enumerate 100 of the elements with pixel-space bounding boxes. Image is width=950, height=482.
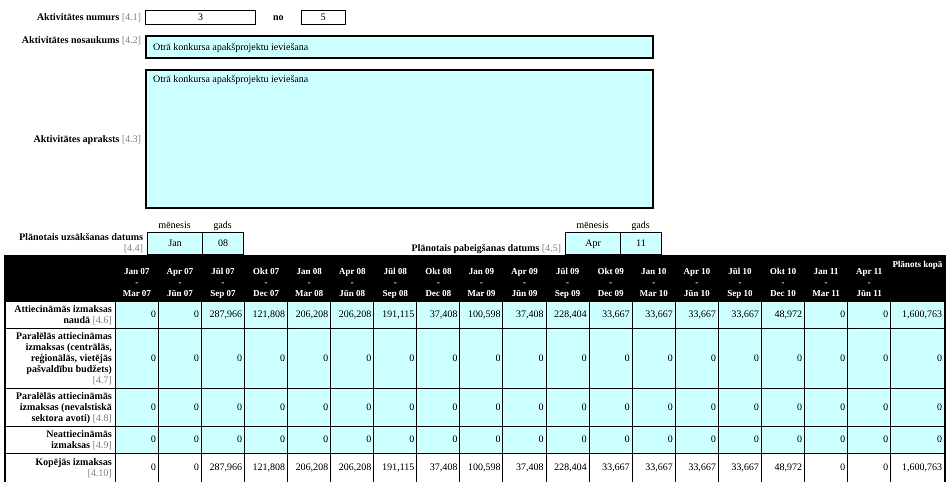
input-cell[interactable]: 33,667 bbox=[589, 301, 632, 328]
input-cell[interactable]: 0 bbox=[675, 328, 718, 388]
month-field[interactable]: Apr bbox=[565, 232, 621, 255]
column-header: Jūl 08 - Sep 08 bbox=[382, 266, 408, 298]
input-cell[interactable]: 0 bbox=[288, 426, 331, 453]
input-cell[interactable]: 0 bbox=[374, 328, 417, 388]
input-cell[interactable]: 0 bbox=[848, 301, 891, 328]
input-cell[interactable]: 0 bbox=[460, 388, 503, 426]
input-cell[interactable]: 0 bbox=[502, 328, 546, 388]
column-header: Jūl 10 - Sep 10 bbox=[727, 266, 752, 298]
input-cell[interactable]: 0 bbox=[201, 426, 244, 453]
input-cell[interactable]: 0 bbox=[718, 328, 762, 388]
input-cell[interactable]: 0 bbox=[804, 301, 848, 328]
input-cell[interactable]: 0 bbox=[374, 388, 417, 426]
table-cell: 48,972 bbox=[761, 453, 804, 482]
input-cell[interactable]: 0 bbox=[288, 388, 331, 426]
input-cell[interactable]: 33,667 bbox=[718, 301, 762, 328]
input-cell[interactable]: 0 bbox=[158, 301, 202, 328]
input-cell[interactable]: 0 bbox=[416, 426, 460, 453]
number-field[interactable]: 5 bbox=[300, 10, 346, 25]
table-cell: 121,808 bbox=[244, 453, 288, 482]
input-cell[interactable]: 0 bbox=[460, 328, 503, 388]
input-cell[interactable]: 0 bbox=[330, 426, 374, 453]
input-cell[interactable]: 0 bbox=[804, 328, 848, 388]
year-field[interactable]: 11 bbox=[621, 232, 662, 255]
input-cell[interactable]: 0 bbox=[460, 426, 503, 453]
input-cell[interactable]: 0 bbox=[589, 426, 632, 453]
input-cell[interactable]: 0 bbox=[546, 426, 590, 453]
input-cell[interactable]: 0 bbox=[546, 328, 590, 388]
input-cell[interactable]: 0 bbox=[158, 388, 202, 426]
input-cell[interactable]: 0 bbox=[848, 388, 891, 426]
input-cell[interactable]: 0 bbox=[632, 388, 676, 426]
column-header: Jan 11 - Mar 11 bbox=[812, 266, 840, 298]
column-header: Okt 07 - Dec 07 bbox=[252, 266, 280, 298]
input-cell[interactable]: 0 bbox=[288, 328, 331, 388]
column-header: Jūl 07 - Sep 07 bbox=[210, 266, 236, 298]
input-cell[interactable]: 0 bbox=[890, 388, 945, 426]
input-cell[interactable]: 191,115 bbox=[374, 301, 417, 328]
input-cell[interactable]: 0 bbox=[244, 328, 288, 388]
table-cell: 37,408 bbox=[502, 453, 546, 482]
column-header: Jan 08 - Mar 08 bbox=[295, 266, 324, 298]
input-cell[interactable]: 0 bbox=[244, 426, 288, 453]
input-cell[interactable]: 0 bbox=[589, 328, 632, 388]
input-cell[interactable]: 0 bbox=[502, 426, 546, 453]
input-cell[interactable]: 0 bbox=[804, 388, 848, 426]
input-cell[interactable]: 287,966 bbox=[201, 301, 244, 328]
input-cell[interactable]: 0 bbox=[761, 388, 804, 426]
input-cell[interactable]: 0 bbox=[201, 388, 244, 426]
input-cell[interactable]: 0 bbox=[158, 328, 202, 388]
column-header: Plānots kopā bbox=[892, 259, 942, 269]
column-header: Apr 08 - Jūn 08 bbox=[338, 266, 366, 298]
input-cell[interactable]: 0 bbox=[718, 426, 762, 453]
input-cell[interactable]: 37,408 bbox=[416, 301, 460, 328]
text-field[interactable]: Otrā konkursa apakšprojektu ieviešana bbox=[145, 35, 654, 59]
input-cell[interactable]: 0 bbox=[158, 426, 202, 453]
input-cell[interactable]: 0 bbox=[761, 328, 804, 388]
input-cell[interactable]: 121,808 bbox=[244, 301, 288, 328]
input-cell[interactable]: 0 bbox=[416, 328, 460, 388]
input-cell[interactable]: 0 bbox=[848, 426, 891, 453]
input-cell[interactable]: 0 bbox=[761, 426, 804, 453]
year-field[interactable]: 08 bbox=[203, 232, 244, 255]
input-cell[interactable]: 0 bbox=[115, 426, 158, 453]
input-cell[interactable]: 48,972 bbox=[761, 301, 804, 328]
input-cell[interactable]: 0 bbox=[848, 328, 891, 388]
text-area[interactable]: Otrā konkursa apakšprojektu ieviešana bbox=[145, 69, 654, 209]
input-cell[interactable]: 206,208 bbox=[330, 301, 374, 328]
field-label: Aktivitātes apraksts bbox=[33, 134, 120, 144]
input-cell[interactable]: 0 bbox=[890, 426, 945, 453]
input-cell[interactable]: 0 bbox=[502, 388, 546, 426]
input-cell[interactable]: 0 bbox=[416, 388, 460, 426]
number-field[interactable]: 3 bbox=[145, 10, 256, 25]
input-cell[interactable]: 0 bbox=[330, 328, 374, 388]
input-cell[interactable]: 33,667 bbox=[632, 301, 676, 328]
input-cell[interactable]: 0 bbox=[374, 426, 417, 453]
input-cell[interactable]: 0 bbox=[632, 426, 676, 453]
input-cell[interactable]: 37,408 bbox=[502, 301, 546, 328]
input-cell[interactable]: 0 bbox=[675, 426, 718, 453]
input-cell[interactable]: 0 bbox=[589, 388, 632, 426]
input-cell[interactable]: 1,600,763 bbox=[890, 301, 945, 328]
input-cell[interactable]: 0 bbox=[675, 388, 718, 426]
input-cell[interactable]: 0 bbox=[546, 388, 590, 426]
input-cell[interactable]: 206,208 bbox=[288, 301, 331, 328]
input-cell[interactable]: 33,667 bbox=[675, 301, 718, 328]
input-cell[interactable]: 0 bbox=[890, 328, 945, 388]
table-cell: 100,598 bbox=[460, 453, 503, 482]
reference-number: [4.3] bbox=[122, 134, 141, 144]
input-cell[interactable]: 228,404 bbox=[546, 301, 590, 328]
input-cell[interactable]: 0 bbox=[632, 328, 676, 388]
input-cell[interactable]: 0 bbox=[804, 426, 848, 453]
column-header: Jūl 09 - Sep 09 bbox=[554, 266, 580, 298]
input-cell[interactable]: 0 bbox=[115, 301, 158, 328]
input-cell[interactable]: 0 bbox=[330, 388, 374, 426]
input-cell[interactable]: 0 bbox=[201, 328, 244, 388]
input-cell[interactable]: 0 bbox=[244, 388, 288, 426]
column-header: Jan 10 - Mar 10 bbox=[640, 266, 668, 298]
input-cell[interactable]: 0 bbox=[718, 388, 762, 426]
input-cell[interactable]: 0 bbox=[115, 388, 158, 426]
input-cell[interactable]: 0 bbox=[115, 328, 158, 388]
input-cell[interactable]: 100,598 bbox=[460, 301, 503, 328]
month-field[interactable]: Jan bbox=[147, 232, 203, 255]
